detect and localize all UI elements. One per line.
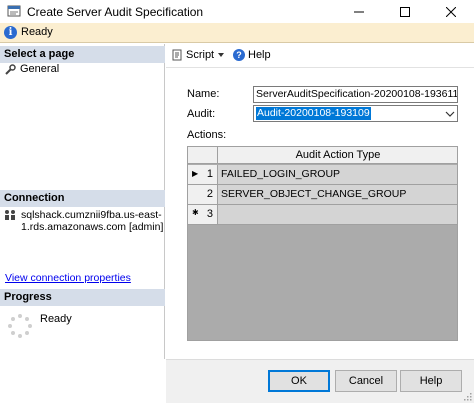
name-label: Name: xyxy=(187,88,220,100)
help-toolbar-button[interactable]: ? Help xyxy=(233,49,271,61)
row-header[interactable]: ▶ 1 xyxy=(188,165,218,185)
progress-header: Progress xyxy=(0,289,165,306)
audit-select[interactable]: Audit-20200108-193109 xyxy=(253,105,458,122)
connection-header: Connection xyxy=(0,190,165,207)
help-icon: ? xyxy=(233,49,245,61)
row-header[interactable]: 2 xyxy=(188,185,218,205)
audit-label: Audit: xyxy=(187,108,216,120)
row-number: 3 xyxy=(206,208,213,220)
actions-grid: Audit Action Type ▶ 1 FAILED_LOGIN_GROUP… xyxy=(187,146,458,341)
table-row[interactable]: 2 SERVER_OBJECT_CHANGE_GROUP xyxy=(188,185,457,205)
table-row[interactable]: ▶ 1 FAILED_LOGIN_GROUP xyxy=(188,165,457,185)
progress-spinner-icon xyxy=(8,314,32,338)
toolbar: Script ? Help xyxy=(166,44,474,68)
audit-action-cell[interactable]: FAILED_LOGIN_GROUP xyxy=(218,165,457,185)
page-item-label: General xyxy=(20,63,60,75)
connection-text: sqlshack.cumznii9fba.us-east-1.rds.amazo… xyxy=(21,209,164,233)
select-page-header: Select a page xyxy=(0,46,165,63)
row-header[interactable]: ✱ 3 xyxy=(188,205,218,225)
progress-status: Ready xyxy=(40,313,72,325)
new-row-asterisk-icon: ✱ xyxy=(192,208,199,217)
chevron-down-icon[interactable] xyxy=(445,109,455,119)
minimize-button[interactable] xyxy=(336,0,382,23)
chevron-down-icon xyxy=(218,53,225,57)
connection-info: sqlshack.cumznii9fba.us-east-1.rds.amazo… xyxy=(4,209,171,233)
help-button[interactable]: Help xyxy=(400,370,462,392)
minimize-icon xyxy=(354,11,364,12)
script-icon xyxy=(172,49,182,61)
ok-button[interactable]: OK xyxy=(268,370,330,392)
close-icon xyxy=(446,6,456,17)
maximize-icon xyxy=(400,6,410,17)
row-number: 1 xyxy=(206,168,213,180)
script-button[interactable]: Script xyxy=(171,49,225,61)
audit-action-cell-new[interactable] xyxy=(218,205,457,225)
resize-grip-icon[interactable] xyxy=(462,391,472,401)
info-icon: i xyxy=(4,26,17,39)
row-number: 2 xyxy=(206,188,213,200)
audit-selected-value: Audit-20200108-193109 xyxy=(256,107,371,120)
connection-icon xyxy=(5,210,15,220)
current-row-arrow-icon: ▶ xyxy=(192,169,199,178)
title-bar: Create Server Audit Specification xyxy=(0,0,474,23)
close-button[interactable] xyxy=(428,0,474,23)
help-label: Help xyxy=(248,49,271,61)
column-header-audit-action-type[interactable]: Audit Action Type xyxy=(219,149,457,161)
window-title: Create Server Audit Specification xyxy=(27,5,204,19)
grid-header: Audit Action Type xyxy=(188,147,457,164)
table-row-new[interactable]: ✱ 3 xyxy=(188,205,457,225)
left-pane: Select a page General Connection sqlshac… xyxy=(0,44,165,359)
audit-action-cell[interactable]: SERVER_OBJECT_CHANGE_GROUP xyxy=(218,185,457,205)
maximize-button[interactable] xyxy=(382,0,428,23)
page-item-general[interactable]: General xyxy=(5,63,59,75)
view-connection-properties-link[interactable]: View connection properties xyxy=(5,272,131,284)
name-input[interactable]: ServerAuditSpecification-20200108-193611 xyxy=(253,86,458,103)
wrench-icon xyxy=(5,63,16,75)
status-text: Ready xyxy=(21,26,53,38)
script-label: Script xyxy=(186,49,215,61)
status-bar: i Ready xyxy=(0,23,474,43)
actions-label: Actions: xyxy=(187,129,227,141)
app-icon xyxy=(7,5,21,17)
grid-header-corner xyxy=(188,147,218,164)
cancel-button[interactable]: Cancel xyxy=(335,370,397,392)
